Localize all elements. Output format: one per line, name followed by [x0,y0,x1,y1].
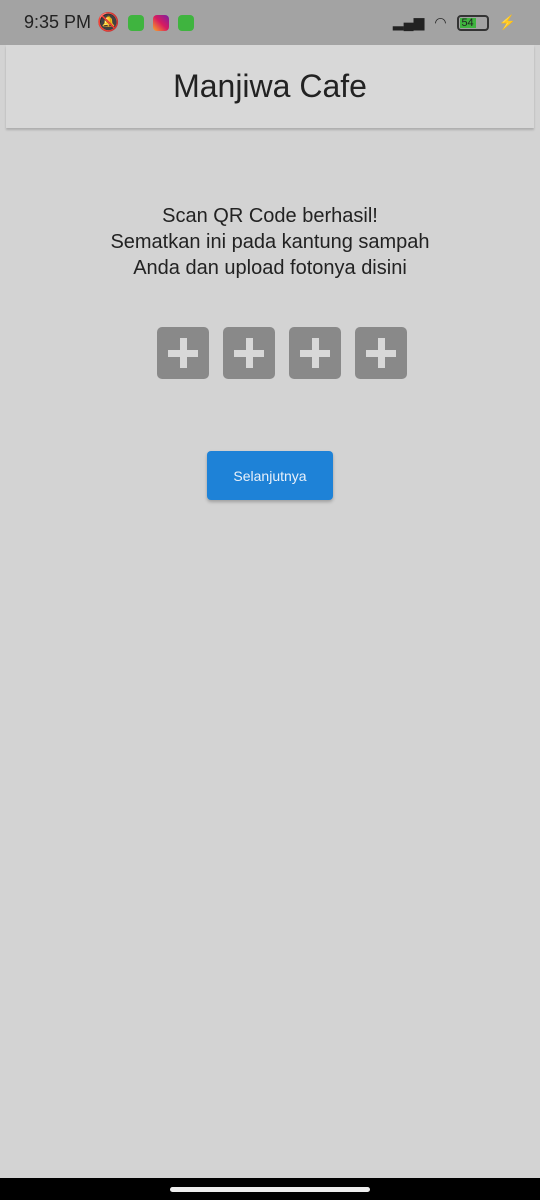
mute-icon: 🔕 [97,12,120,32]
message-line: Anda dan upload fotonya disini [133,257,407,279]
wifi-icon: ◠ [434,14,447,30]
add-photo-button-3[interactable] [289,327,341,379]
page-title: Manjiwa Cafe [173,68,367,104]
add-photo-button-1[interactable] [157,327,209,379]
app-notification-icon [128,14,145,31]
status-bar: 9:35 PM 🔕 ▂▄▆ ◠ 54 ⚡ [0,0,540,45]
photo-upload-slots [157,327,407,379]
app-bar: Manjiwa Cafe [6,45,534,128]
signal-icon: ▂▄▆ [392,14,425,30]
battery-level: 54 [459,16,476,29]
message-line: Scan QR Code berhasil! [162,205,378,227]
app-notification-icon [178,14,195,31]
instruction-message: Scan QR Code berhasil! Sematkan ini pada… [0,203,540,281]
system-nav-bar [0,1178,540,1200]
instagram-icon [153,14,170,31]
home-gesture-handle[interactable] [170,1187,370,1192]
message-line: Sematkan ini pada kantung sampah [110,231,430,253]
next-button[interactable]: Selanjutnya [207,451,333,500]
status-time: 9:35 PM [24,12,92,32]
add-photo-button-2[interactable] [223,327,275,379]
charging-icon: ⚡ [498,14,516,30]
add-photo-button-4[interactable] [355,327,407,379]
battery-icon: 54 [456,14,489,31]
